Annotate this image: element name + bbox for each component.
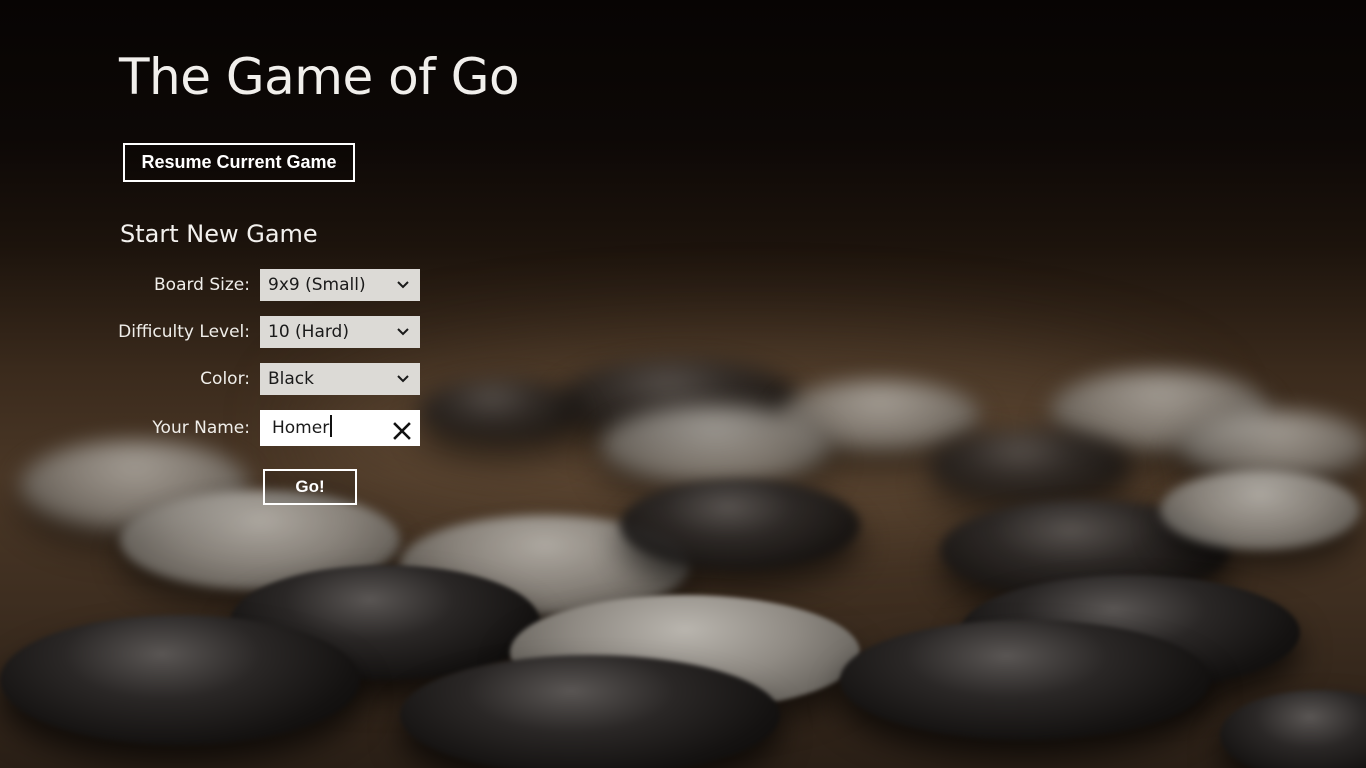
close-icon[interactable] xyxy=(392,418,412,440)
board-size-row: Board Size: 9x9 (Small) xyxy=(0,269,440,301)
name-input[interactable]: Homer xyxy=(260,410,420,446)
chevron-down-icon xyxy=(396,363,410,395)
difficulty-value: 10 (Hard) xyxy=(268,322,349,342)
chevron-down-icon xyxy=(396,316,410,348)
name-row: Your Name: Homer xyxy=(0,410,440,446)
chevron-down-icon xyxy=(396,269,410,301)
go-button-label: Go! xyxy=(295,477,325,496)
go-button[interactable]: Go! xyxy=(263,469,357,505)
name-label: Your Name: xyxy=(152,418,250,438)
board-size-label: Board Size: xyxy=(154,275,250,295)
color-value: Black xyxy=(268,369,314,389)
name-input-value: Homer xyxy=(272,418,330,438)
color-select[interactable]: Black xyxy=(260,363,420,395)
difficulty-select[interactable]: 10 (Hard) xyxy=(260,316,420,348)
text-caret xyxy=(330,415,333,437)
resume-current-game-button[interactable]: Resume Current Game xyxy=(123,143,355,182)
difficulty-label: Difficulty Level: xyxy=(118,322,250,342)
board-size-value: 9x9 (Small) xyxy=(268,275,366,295)
resume-button-label: Resume Current Game xyxy=(141,152,337,172)
color-label: Color: xyxy=(200,369,250,389)
start-new-game-heading: Start New Game xyxy=(120,220,318,248)
color-row: Color: Black xyxy=(0,363,440,395)
difficulty-row: Difficulty Level: 10 (Hard) xyxy=(0,316,440,348)
board-size-select[interactable]: 9x9 (Small) xyxy=(260,269,420,301)
app-title: The Game of Go xyxy=(119,48,520,106)
